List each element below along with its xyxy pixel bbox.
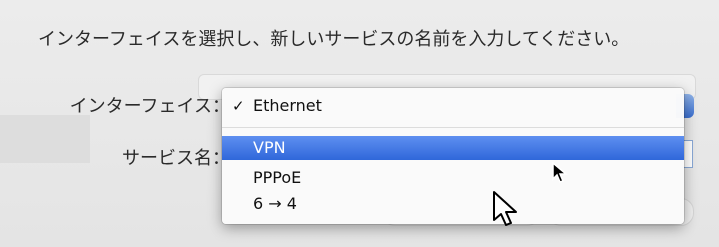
menu-item-6to4[interactable]: 6 → 4 <box>222 192 684 216</box>
menu-item-vpn[interactable]: VPN <box>222 136 684 160</box>
large-arrow-cursor-icon <box>493 191 517 226</box>
interface-dropdown-menu: ✓ Ethernet VPN PPPoE 6 → 4 <box>222 88 684 224</box>
new-service-sheet: インターフェイスを選択し、新しいサービスの名前を入力してください。 インターフェ… <box>0 0 719 247</box>
menu-item-label: 6 → 4 <box>253 194 297 213</box>
menu-item-label: VPN <box>253 138 286 157</box>
service-name-label: サービス名： <box>122 148 230 169</box>
menu-item-pppoe[interactable]: PPPoE <box>222 166 684 190</box>
menu-item-label: Ethernet <box>253 96 322 115</box>
background-panel <box>0 115 90 163</box>
menu-item-ethernet[interactable]: ✓ Ethernet <box>222 94 684 118</box>
arrow-cursor-icon <box>552 162 568 183</box>
menu-item-label: PPPoE <box>253 168 302 187</box>
checkmark-icon: ✓ <box>232 97 245 115</box>
interface-label: インターフェイス： <box>69 96 230 117</box>
menu-separator <box>222 127 684 128</box>
instruction-text: インターフェイスを選択し、新しいサービスの名前を入力してください。 <box>38 29 630 50</box>
